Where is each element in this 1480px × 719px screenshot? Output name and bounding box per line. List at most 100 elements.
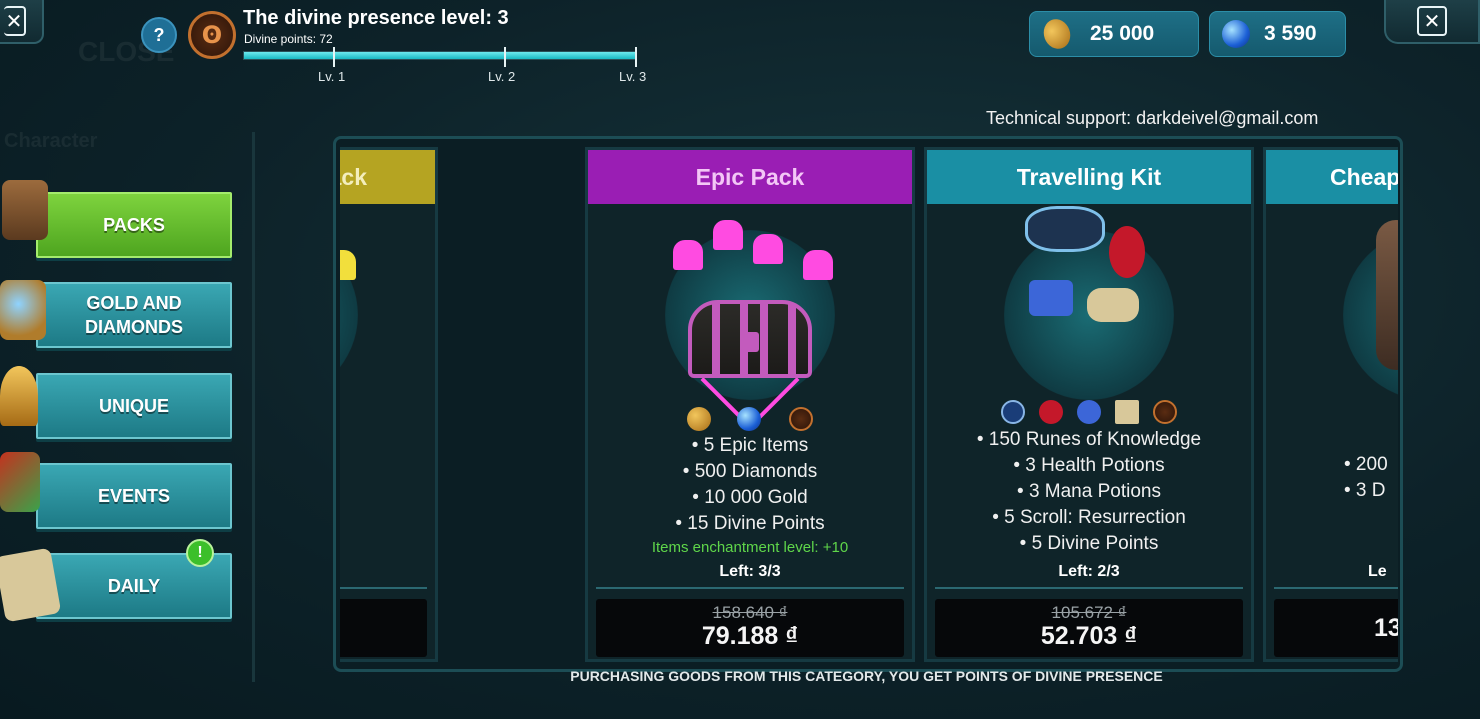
pack-content-item: • 150 Runes of Knowledge (976, 429, 1202, 450)
pack-contents-list: • 5 Epic Items • 500 Diamonds • 10 000 Gol… (588, 433, 912, 537)
pack-card-title: gendary Pack (340, 150, 435, 204)
background-ghost-character: Character (4, 130, 98, 152)
gold-diamonds-icon (0, 280, 46, 340)
pack-card-title: Cheap (1266, 150, 1398, 204)
mana-reward-icon (1077, 400, 1101, 424)
pack-card[interactable]: Cheap • 200 • 3 D Le 13 (1263, 147, 1398, 662)
divine-presence-note: PURCHASING GOODS FROM THIS CATEGORY, YOU… (570, 668, 1163, 684)
buy-button[interactable]: 105.672 ₫ 52.703 ₫ (935, 599, 1243, 657)
diamond-balance[interactable]: 3 590 (1209, 11, 1346, 57)
divine-reward-icon (789, 407, 813, 431)
price-separator (1274, 587, 1398, 589)
pack-content-item: • 10 000 Gold (692, 487, 808, 508)
old-price-label: 105.672 ₫ (1051, 603, 1127, 622)
back-button[interactable]: ✕ (0, 0, 44, 44)
diamond-icon (1222, 20, 1250, 48)
price-label: 13 (1374, 614, 1398, 642)
menu-daily-label: DAILY (107, 576, 161, 596)
close-icon: ✕ (1417, 6, 1447, 36)
reward-icons-row (927, 400, 1251, 424)
hp-reward-icon (1039, 400, 1063, 424)
stock-left-label: Left: 2/3 (1058, 563, 1120, 580)
divine-points-label: Divine points: 72 (244, 32, 333, 46)
buy-button[interactable]: 158.640 ₫ 79.188 ₫ (596, 599, 904, 657)
buy-button[interactable]: 264.576 ₫132.156 ₫ (340, 599, 427, 657)
reward-icons-row (340, 407, 435, 431)
pack-contents-list: • 150 Runes of Knowledge • 3 Health Potio… (927, 427, 1251, 557)
armor-piece-icon (713, 220, 743, 250)
health-potion-icon (1109, 226, 1145, 278)
menu-packs-button[interactable]: PACKS (36, 192, 232, 258)
gem-reward-icon (737, 407, 761, 431)
menu-unique-button[interactable]: UNIQUE (36, 373, 232, 439)
technical-support-text: Technical support: darkdeivel@gmail.com (986, 108, 1319, 128)
pack-contents-list: Legendary Items1 000 Diamonds• 20 000 Go… (340, 433, 435, 537)
back-icon: ✕ (4, 6, 26, 36)
chest-band (712, 304, 720, 374)
banner-icon (0, 452, 40, 512)
pack-content-item: • 500 Diamonds (682, 461, 818, 482)
pack-content-item: • 15 Divine Points (675, 513, 825, 534)
stock-left-label: Le (1368, 563, 1387, 580)
gold-coin-icon (1039, 15, 1075, 53)
chest-band (788, 304, 796, 374)
pack-card[interactable]: gendary Pack Legendary Items1 000 Diamond… (340, 147, 438, 662)
pack-content-item: • 5 Divine Points (1019, 533, 1159, 554)
divine-presence-title: The divine presence level: 3 (243, 7, 509, 29)
pack-contents-list: • 200 • 3 D (1266, 452, 1398, 504)
close-button[interactable]: ✕ (1384, 0, 1480, 44)
divine-progress-bar (243, 51, 637, 60)
pack-content-item: • 200 (1344, 454, 1388, 475)
old-price-label: 264.576 ₫ (340, 603, 427, 623)
buy-button[interactable]: 13 (1274, 599, 1398, 657)
pack-content-item: • 20 000 Gold (340, 485, 435, 511)
menu-gold-diamonds-label: GOLD AND DIAMONDS (85, 293, 183, 337)
rune-cloud-icon (1025, 206, 1105, 252)
level-label-1: Lv. 1 (318, 69, 346, 84)
level-tick-2 (504, 47, 506, 67)
old-price-label: 158.640 ₫ (712, 603, 788, 622)
level-label-3: Lv. 3 (619, 69, 647, 84)
divine-progress-fill (244, 52, 636, 59)
price-label: 79.188 ₫ (701, 622, 799, 650)
pack-content-item: • 3 Health Potions (1013, 455, 1165, 476)
pack-content-item: • 3 D (1344, 480, 1386, 501)
chest-lock (741, 332, 759, 352)
price-separator (596, 587, 904, 589)
treasure-chest-icon (688, 300, 812, 378)
gold-amount: 25 000 (1090, 22, 1155, 45)
price-separator (340, 587, 427, 589)
character-figure-icon (1376, 220, 1398, 370)
menu-gold-diamonds-button[interactable]: GOLD AND DIAMONDS (36, 282, 232, 348)
help-button[interactable]: ? (141, 17, 177, 53)
boot-piece-icon (340, 250, 356, 280)
pack-card[interactable]: Travelling Kit • 150 Runes of Knowledge • … (924, 147, 1254, 662)
pack-content-item: • 5 Epic Items (691, 435, 809, 456)
pack-card[interactable]: Epic Pack • 5 Epic Items • 500 Diamonds • 1… (585, 147, 915, 662)
glove-piece-icon (753, 234, 783, 264)
stock-left-label: Left: 3/3 (719, 563, 781, 580)
price-label: 52.703 ₫ (1040, 622, 1138, 650)
price-label: 132.156 ₫ (340, 623, 427, 649)
menu-packs-label: PACKS (103, 215, 165, 235)
enchantment-level-label: Items enchantment level: +10 (651, 539, 849, 556)
menu-events-label: EVENTS (97, 486, 171, 506)
level-tick-3 (635, 47, 637, 67)
menu-divider (252, 132, 255, 682)
diamond-amount: 3 590 (1264, 22, 1317, 45)
chest-band (760, 304, 768, 374)
rune-reward-icon (1001, 400, 1025, 424)
gold-balance[interactable]: 25 000 (1029, 11, 1199, 57)
level-label-2: Lv. 2 (488, 69, 516, 84)
level-tick-1 (333, 47, 335, 67)
pack-card-title: Travelling Kit (927, 150, 1251, 204)
reward-icons-row (588, 407, 912, 431)
helmet-piece-icon (673, 240, 703, 270)
reward-icons-row (1266, 407, 1398, 431)
scroll-icon (1087, 288, 1139, 322)
menu-events-button[interactable]: EVENTS (36, 463, 232, 529)
cards-carousel[interactable]: gendary Pack Legendary Items1 000 Diamond… (340, 147, 1398, 662)
shop-panel: gendary Pack Legendary Items1 000 Diamond… (333, 136, 1403, 672)
pack-card-title: Epic Pack (588, 150, 912, 204)
pack-content-item: • 3 Mana Potions (1017, 481, 1161, 502)
